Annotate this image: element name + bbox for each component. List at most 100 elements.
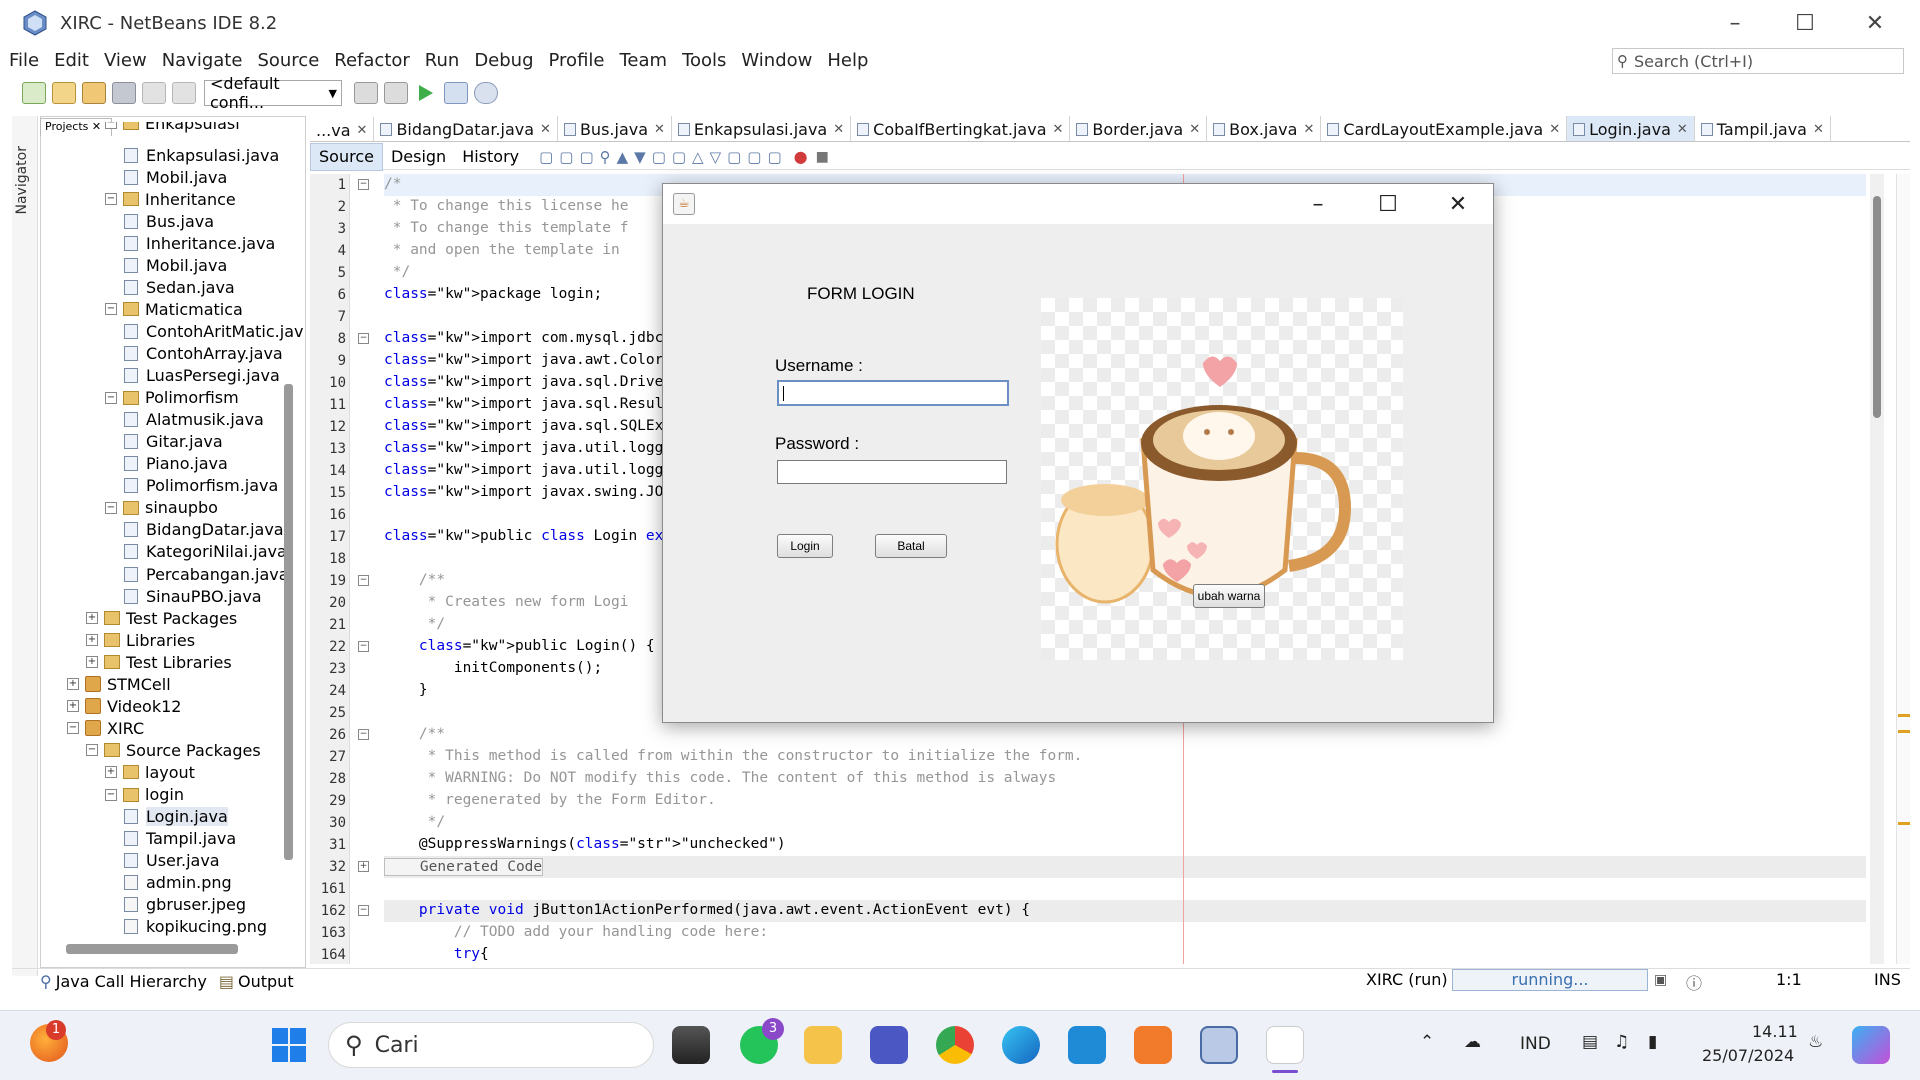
editor-tab[interactable]: Tampil.java ✕: [1695, 116, 1831, 141]
change-color-button[interactable]: ubah warna: [1193, 584, 1265, 608]
copilot-icon[interactable]: [1852, 1026, 1890, 1064]
editor-tab[interactable]: Login.java ✕: [1567, 116, 1695, 141]
save-all-icon[interactable]: [112, 82, 136, 104]
windows-start-icon[interactable]: [270, 1026, 308, 1064]
build-icon[interactable]: [354, 82, 378, 104]
menu-view[interactable]: View: [95, 46, 153, 76]
clean-build-icon[interactable]: [384, 82, 408, 104]
run-icon[interactable]: [414, 82, 438, 104]
editor-scroll-thumb[interactable]: [1873, 196, 1881, 418]
tree-toggle-icon[interactable]: −: [105, 788, 117, 801]
close-icon[interactable]: ✕: [1677, 122, 1688, 137]
warning-marker[interactable]: [1898, 714, 1910, 717]
vscode-icon[interactable]: [1068, 1026, 1106, 1064]
battery-icon[interactable]: ▮: [1648, 1032, 1657, 1052]
language-indicator[interactable]: IND: [1520, 1034, 1551, 1054]
tree-toggle-icon[interactable]: +: [105, 766, 117, 779]
run-status[interactable]: XIRC (run): [1366, 970, 1448, 989]
editor-tab[interactable]: BidangDatar.java ✕: [374, 116, 558, 141]
java-call-hierarchy-tab[interactable]: Java Call Hierarchy: [56, 972, 207, 991]
cancel-process-icon[interactable]: ▣: [1654, 972, 1667, 988]
editor-tab[interactable]: Box.java ✕: [1207, 116, 1322, 141]
undo-icon[interactable]: [142, 82, 166, 104]
editor-tab[interactable]: Enkapsulasi.java ✕: [672, 116, 852, 141]
username-field[interactable]: [777, 380, 1009, 406]
tree-item[interactable]: kopikucing.png: [124, 916, 267, 938]
tree-item[interactable]: Enkapsulasi.java: [124, 144, 279, 166]
notification-bell-icon[interactable]: ♨: [1808, 1032, 1823, 1052]
dialog-close-button[interactable]: ✕: [1423, 184, 1493, 224]
xampp-icon[interactable]: [1134, 1026, 1172, 1064]
menu-profile[interactable]: Profile: [540, 46, 611, 76]
new-file-icon[interactable]: [22, 82, 46, 104]
tree-item[interactable]: User.java: [124, 850, 220, 872]
fold-toggle-icon[interactable]: −: [358, 575, 369, 586]
close-icon[interactable]: ✕: [357, 123, 368, 138]
cancel-button[interactable]: Batal: [875, 534, 947, 558]
close-button[interactable]: ✕: [1840, 0, 1910, 46]
tree-item[interactable]: + Test Packages: [86, 607, 237, 629]
tree-hscrollbar[interactable]: [66, 944, 238, 954]
tree-item[interactable]: + layout: [105, 761, 195, 783]
file-explorer-icon[interactable]: [804, 1026, 842, 1064]
tree-item[interactable]: Sedan.java: [124, 276, 235, 298]
network-icon[interactable]: ▤: [1582, 1032, 1598, 1052]
chrome-icon[interactable]: [936, 1026, 974, 1064]
clock-date[interactable]: 25/07/2024: [1702, 1046, 1794, 1065]
close-icon[interactable]: ✕: [1549, 122, 1560, 137]
menu-run[interactable]: Run: [416, 46, 466, 76]
dialog-minimize-button[interactable]: –: [1283, 184, 1353, 224]
teams-icon[interactable]: [870, 1026, 908, 1064]
close-icon[interactable]: ✕: [654, 122, 665, 137]
tree-item[interactable]: Polimorfism.java: [124, 475, 278, 497]
close-icon[interactable]: ✕: [1813, 122, 1824, 137]
menu-refactor[interactable]: Refactor: [325, 46, 416, 76]
editor-tab[interactable]: CardLayoutExample.java ✕: [1321, 116, 1568, 141]
tree-item[interactable]: − XIRC: [67, 717, 144, 739]
tree-item[interactable]: Alatmusik.java: [124, 409, 264, 431]
close-icon[interactable]: ✕: [1189, 122, 1200, 137]
editor-tab[interactable]: ...va ✕: [310, 117, 375, 141]
tree-item[interactable]: SinauPBO.java: [124, 585, 262, 607]
tree-item[interactable]: Bus.java: [124, 210, 214, 232]
new-project-icon[interactable]: [52, 82, 76, 104]
editor-tab[interactable]: Bus.java ✕: [558, 116, 672, 141]
tree-item[interactable]: Mobil.java: [124, 166, 227, 188]
fold-toggle-icon[interactable]: −: [358, 905, 369, 916]
warning-marker[interactable]: [1898, 822, 1910, 825]
tree-item[interactable]: + Videok12: [67, 695, 181, 717]
tree-item[interactable]: + Test Libraries: [86, 651, 232, 673]
fold-toggle-icon[interactable]: −: [358, 179, 369, 190]
tree-item[interactable]: Tampil.java: [124, 828, 236, 850]
tray-chevron-up-icon[interactable]: ⌃: [1420, 1032, 1434, 1052]
config-select[interactable]: <default confi... ▼: [204, 74, 342, 112]
tree-item[interactable]: − Polimorfism: [105, 387, 239, 409]
notifications-icon[interactable]: ⓘ: [1686, 970, 1702, 994]
tree-item[interactable]: − Maticmatica: [105, 298, 243, 320]
weather-icon[interactable]: ☁: [1464, 1032, 1481, 1052]
fold-toggle-icon[interactable]: −: [358, 729, 369, 740]
record-macro-icon[interactable]: ●: [794, 147, 808, 166]
tree-item[interactable]: Inheritance.java: [124, 232, 275, 254]
tree-item[interactable]: + STMCell: [67, 673, 171, 695]
fold-toggle-icon[interactable]: −: [358, 333, 369, 344]
password-field[interactable]: [777, 460, 1007, 484]
dialog-maximize-button[interactable]: ☐: [1353, 184, 1423, 224]
task-view-icon[interactable]: [672, 1026, 710, 1064]
tree-item[interactable]: ContohArray.java: [124, 343, 283, 365]
close-icon[interactable]: ✕: [540, 122, 551, 137]
navigator-label[interactable]: Navigator: [14, 146, 30, 215]
tree-item[interactable]: − sinaupbo: [105, 497, 218, 519]
taskbar-search[interactable]: ⚲ Cari: [328, 1022, 654, 1068]
tree-item[interactable]: − login: [105, 784, 184, 806]
tree-item[interactable]: BidangDatar.java: [124, 519, 284, 541]
tree-toggle-icon[interactable]: −: [105, 391, 117, 404]
tree-item[interactable]: Gitar.java: [124, 431, 223, 453]
profile-icon[interactable]: [474, 82, 498, 104]
warning-marker[interactable]: [1898, 730, 1910, 733]
menu-help[interactable]: Help: [818, 46, 874, 76]
edge-icon[interactable]: [1002, 1026, 1040, 1064]
stop-macro-icon[interactable]: ■: [816, 149, 829, 165]
menu-tools[interactable]: Tools: [673, 46, 732, 76]
tree-toggle-icon[interactable]: +: [67, 678, 79, 691]
